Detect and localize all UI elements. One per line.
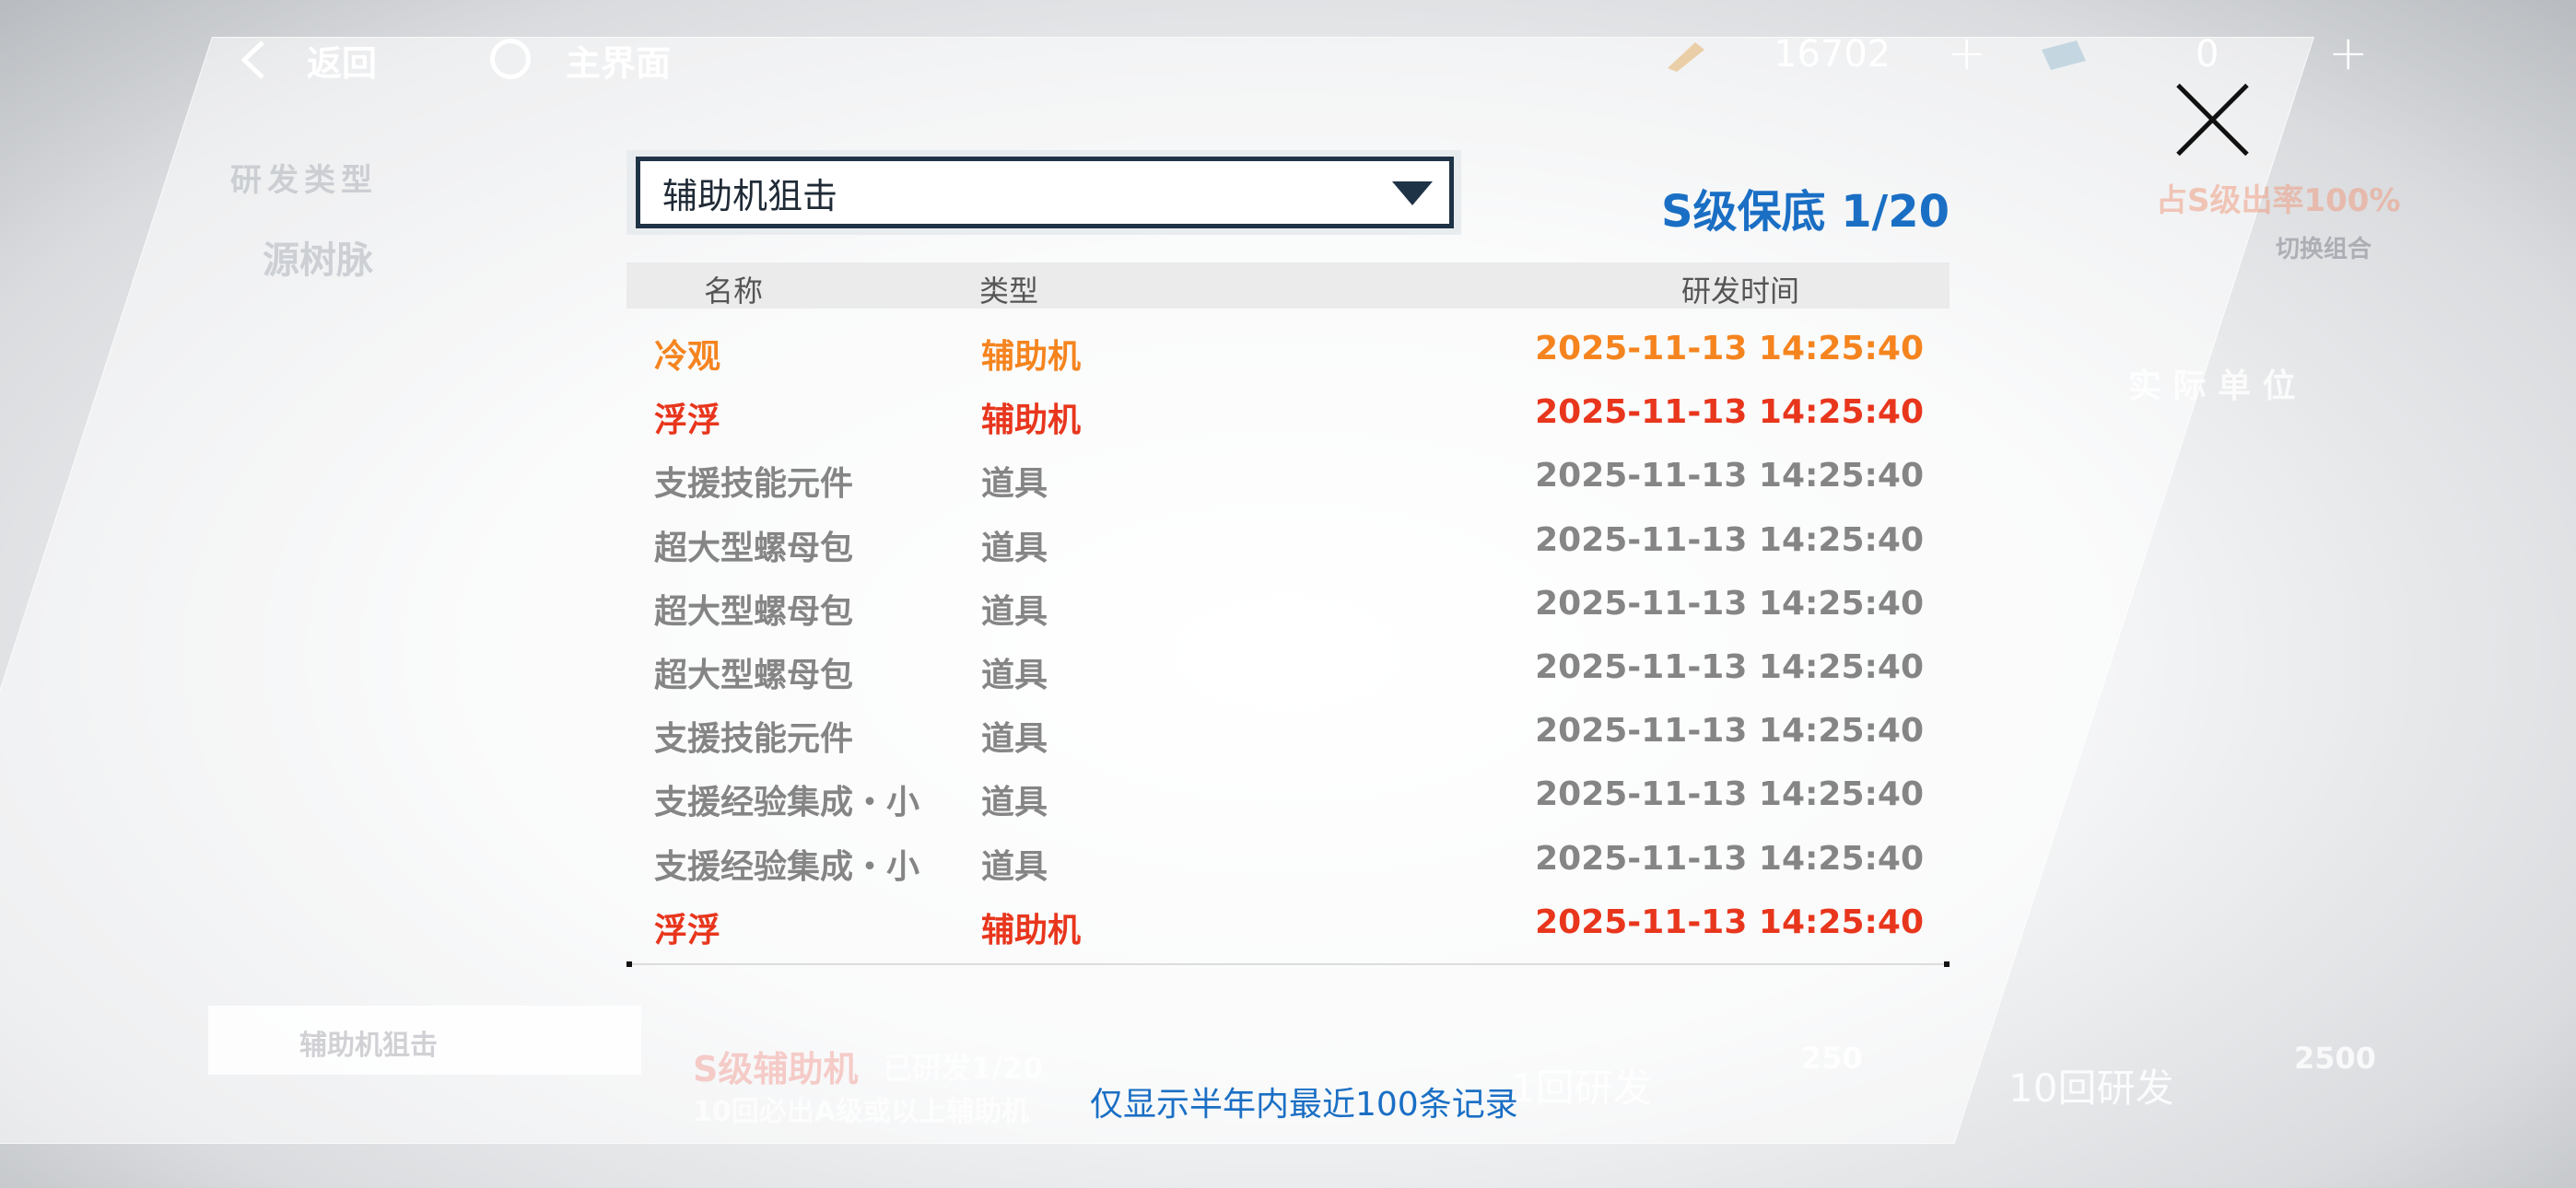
rate-label: 占S级出率100% <box>2156 182 2401 219</box>
divider-endpoint-left <box>626 961 632 967</box>
back-button[interactable]: 返回 <box>307 35 377 86</box>
draw10-cost: 2500 <box>2294 1041 2377 1076</box>
row-time: 2025-11-13 14:25:40 <box>1535 903 1924 941</box>
s-grade-label: S级辅助机 <box>693 1049 859 1089</box>
row-name: 浮浮 <box>654 911 721 949</box>
currency2-add-button[interactable]: + <box>2328 26 2369 81</box>
pool-tab-label: 辅助机狙击 <box>299 1030 438 1062</box>
table-row: 支援经验集成・小 道具 2025-11-13 14:25:40 <box>626 764 1950 828</box>
history-footer-note: 仅显示半年内最近100条记录 <box>1090 1086 1518 1124</box>
currency1-value: 16702 <box>1774 33 1891 76</box>
draw1-cost: 250 <box>1801 1041 1863 1076</box>
draw1-button[interactable]: 1回研发 <box>1511 1057 1652 1113</box>
table-row: 支援经验集成・小 道具 2025-11-13 14:25:40 <box>626 829 1950 892</box>
currency1-add-button[interactable]: + <box>1947 26 1987 81</box>
row-time: 2025-11-13 14:25:40 <box>1535 393 1924 432</box>
table-row: 超大型螺母包 道具 2025-11-13 14:25:40 <box>626 574 1950 637</box>
side-label: 源树脉 <box>263 239 373 282</box>
home-button[interactable]: 主界面 <box>566 35 671 86</box>
row-time: 2025-11-13 14:25:40 <box>1535 839 1924 878</box>
draw10-button[interactable]: 10回研发 <box>2008 1057 2173 1113</box>
row-name: 支援技能元件 <box>654 465 854 504</box>
row-time: 2025-11-13 14:25:40 <box>1535 520 1924 559</box>
table-row: 浮浮 辅助机 2025-11-13 14:25:40 <box>626 382 1950 446</box>
column-type: 类型 <box>979 274 1039 309</box>
row-name: 浮浮 <box>654 402 721 440</box>
category-label: 研发类型 <box>230 162 378 199</box>
row-type: 道具 <box>981 529 1048 567</box>
row-type: 道具 <box>981 657 1048 694</box>
close-icon[interactable] <box>2170 78 2253 161</box>
pool-select-value: 辅助机狙击 <box>662 175 838 216</box>
row-name: 支援经验集成・小 <box>654 784 920 822</box>
home-icon[interactable] <box>490 39 531 79</box>
row-type: 辅助机 <box>981 402 1082 440</box>
row-name: 冷观 <box>654 338 721 376</box>
history-modal: 辅助机狙击 S级保底 1/20 名称 类型 研发时间 冷观 辅助机 2025-11-… <box>626 147 1950 976</box>
row-type: 辅助机 <box>981 338 1082 376</box>
table-row: 超大型螺母包 道具 2025-11-13 14:25:40 <box>626 637 1950 701</box>
row-type: 辅助机 <box>981 911 1082 949</box>
unit-label: 实 际 单 位 <box>2128 367 2296 405</box>
currency2-value: 0 <box>2195 33 2219 76</box>
row-name: 超大型螺母包 <box>654 529 854 567</box>
row-time: 2025-11-13 14:25:40 <box>1535 648 1924 686</box>
ticket-currency-icon <box>2042 41 2086 70</box>
pity-counter: S级保底 1/20 <box>1660 186 1950 238</box>
pool-select[interactable]: 辅助机狙击 <box>636 157 1454 228</box>
chevron-down-icon <box>1392 181 1433 205</box>
row-time: 2025-11-13 14:25:40 <box>1535 330 1924 367</box>
row-type: 道具 <box>981 784 1048 822</box>
table-row: 超大型螺母包 道具 2025-11-13 14:25:40 <box>626 510 1950 574</box>
row-name: 超大型螺母包 <box>654 657 854 694</box>
researched-label: 已研发1/20 <box>883 1051 1044 1086</box>
table-bottom-divider <box>626 963 1950 965</box>
table-row: 浮浮 辅助机 2025-11-13 14:25:40 <box>626 892 1950 956</box>
row-type: 道具 <box>981 847 1048 886</box>
divider-endpoint-right <box>1944 961 1950 967</box>
column-time: 研发时间 <box>1681 274 1800 309</box>
table-row: 支援技能元件 道具 2025-11-13 14:25:40 <box>626 701 1950 764</box>
row-time: 2025-11-13 14:25:40 <box>1535 584 1924 623</box>
row-time: 2025-11-13 14:25:40 <box>1535 712 1924 751</box>
row-type: 道具 <box>981 720 1048 759</box>
switch-label[interactable]: 切换组合 <box>2276 230 2371 264</box>
guarantee-label: 10回必出A级或以上辅助机 <box>693 1096 1029 1128</box>
row-time: 2025-11-13 14:25:40 <box>1535 457 1924 495</box>
row-name: 支援技能元件 <box>654 720 854 759</box>
table-row: 支援技能元件 道具 2025-11-13 14:25:40 <box>626 446 1950 509</box>
back-arrow-icon[interactable] <box>235 37 272 83</box>
row-type: 道具 <box>981 465 1048 504</box>
pen-currency-icon <box>1668 42 1704 72</box>
row-name: 超大型螺母包 <box>654 592 854 631</box>
row-time: 2025-11-13 14:25:40 <box>1535 775 1924 814</box>
table-row: 冷观 辅助机 2025-11-13 14:25:40 <box>626 319 1950 382</box>
column-name: 名称 <box>704 274 764 309</box>
row-type: 道具 <box>981 592 1048 631</box>
row-name: 支援经验集成・小 <box>654 847 920 886</box>
table-header: 名称 类型 研发时间 <box>626 262 1950 309</box>
